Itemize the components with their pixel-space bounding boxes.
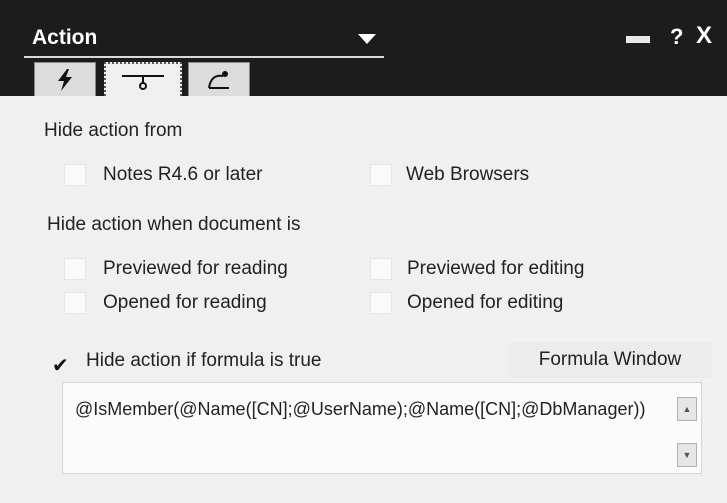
title-bar: Action ? X (0, 0, 727, 96)
help-icon[interactable]: ? (670, 24, 683, 50)
lightning-icon (58, 68, 72, 91)
hide-when-heading: Hide action when document is (47, 214, 301, 235)
opened-editing-label: Opened for editing (407, 292, 564, 313)
web-browsers-checkbox[interactable] (370, 164, 392, 186)
formula-text[interactable]: @IsMember(@Name([CN];@UserName);@Name([C… (75, 397, 665, 421)
chevron-down-icon[interactable] (358, 34, 376, 44)
pen-icon (208, 70, 229, 89)
hide-when-icon (122, 75, 164, 90)
opened-editing-checkbox[interactable] (370, 292, 392, 314)
web-browsers-label: Web Browsers (406, 164, 530, 185)
tab-advanced[interactable] (188, 62, 250, 96)
formula-editor[interactable]: @IsMember(@Name([CN];@UserName);@Name([C… (62, 382, 702, 474)
tab-action-info[interactable] (34, 62, 96, 96)
formula-check-label: Hide action if formula is true (86, 350, 322, 371)
opened-reading-checkbox[interactable] (64, 292, 86, 314)
opened-reading-label: Opened for reading (103, 292, 267, 313)
formula-checkbox[interactable]: ✔ (52, 353, 69, 378)
formula-window-button[interactable]: Formula Window (508, 342, 712, 378)
title-underline (24, 56, 384, 58)
scroll-down-icon[interactable]: ▼ (677, 443, 697, 467)
hide-from-heading: Hide action from (44, 120, 183, 141)
notes-label: Notes R4.6 or later (103, 164, 263, 185)
window-title: Action (32, 26, 98, 49)
minimize-icon[interactable] (626, 36, 650, 43)
scroll-up-icon[interactable]: ▲ (677, 397, 697, 421)
notes-checkbox[interactable] (64, 164, 86, 186)
close-icon[interactable]: X (696, 22, 712, 50)
previewed-reading-label: Previewed for reading (103, 258, 288, 279)
previewed-reading-checkbox[interactable] (64, 258, 86, 280)
previewed-editing-checkbox[interactable] (370, 258, 392, 280)
tab-hide-when[interactable] (104, 62, 182, 96)
previewed-editing-label: Previewed for editing (407, 258, 585, 279)
